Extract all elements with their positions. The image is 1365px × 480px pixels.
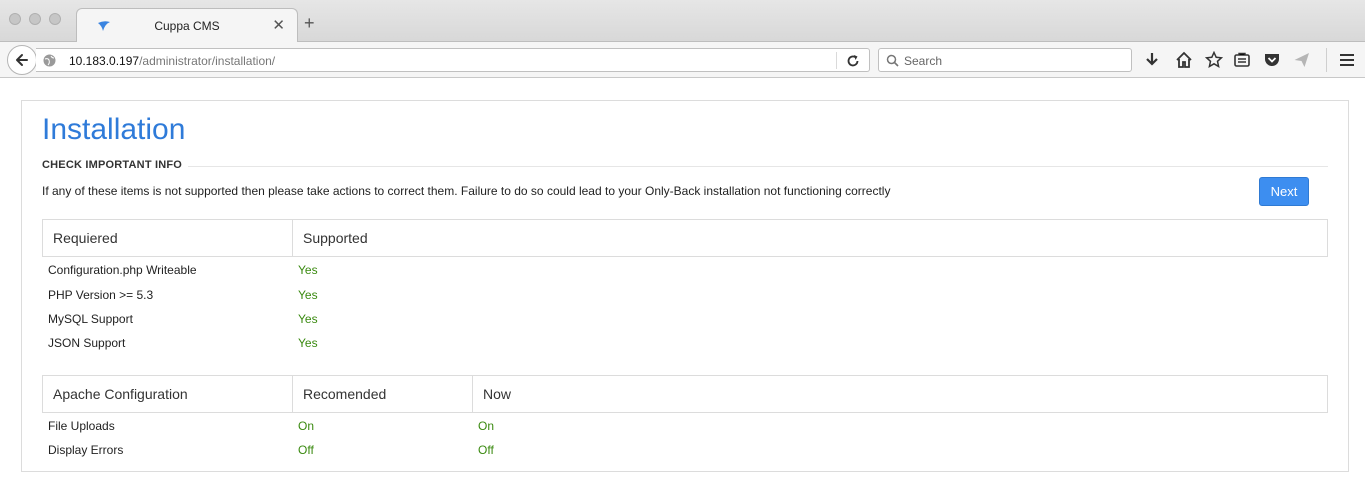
column-header-recommended: Recomended bbox=[293, 376, 473, 412]
requirement-status: Yes bbox=[298, 263, 318, 277]
apache-table-header: Apache Configuration Recomended Now bbox=[42, 375, 1328, 413]
apache-setting-label: Display Errors bbox=[48, 443, 124, 457]
installation-panel: Installation CHECK IMPORTANT INFO If any… bbox=[21, 100, 1349, 472]
zoom-window-button[interactable] bbox=[49, 13, 61, 25]
requirement-label: PHP Version >= 5.3 bbox=[48, 288, 154, 302]
send-icon[interactable] bbox=[1293, 51, 1311, 69]
menu-icon[interactable] bbox=[1338, 51, 1356, 69]
section-label: CHECK IMPORTANT INFO bbox=[42, 159, 183, 171]
globe-icon bbox=[43, 54, 56, 67]
requirement-status: Yes bbox=[298, 336, 318, 350]
apache-setting-now: Off bbox=[478, 443, 494, 457]
bookmark-star-icon[interactable] bbox=[1205, 51, 1223, 69]
column-header-now: Now bbox=[483, 386, 512, 402]
minimize-window-button[interactable] bbox=[29, 13, 41, 25]
apache-setting-now: On bbox=[478, 419, 495, 433]
section-divider bbox=[188, 166, 1328, 167]
tab-title: Cuppa CMS bbox=[154, 19, 220, 33]
toolbar-divider bbox=[1326, 48, 1327, 72]
requirement-label: MySQL Support bbox=[48, 312, 133, 326]
url-path: /administrator/installation/ bbox=[139, 54, 276, 68]
reload-icon[interactable] bbox=[844, 52, 862, 70]
search-icon bbox=[886, 54, 899, 67]
search-input[interactable] bbox=[904, 52, 1124, 69]
requirement-status: Yes bbox=[298, 312, 318, 326]
requirement-status: Yes bbox=[298, 288, 318, 302]
requirement-label: JSON Support bbox=[48, 336, 126, 350]
column-header-supported: Supported bbox=[303, 230, 368, 246]
site-favicon-icon bbox=[98, 21, 110, 31]
requirement-label: Configuration.php Writeable bbox=[48, 263, 197, 277]
download-icon[interactable] bbox=[1143, 51, 1161, 69]
column-header-required: Requiered bbox=[43, 220, 293, 256]
url-divider bbox=[836, 52, 837, 69]
tab-close-icon[interactable]: ✕ bbox=[272, 16, 285, 34]
url-bar[interactable]: 10.183.0.197/administrator/installation/ bbox=[36, 48, 870, 72]
browser-tab[interactable]: Cuppa CMS ✕ bbox=[76, 8, 298, 43]
back-arrow-icon bbox=[16, 54, 28, 66]
requirements-table-header: Requiered Supported bbox=[42, 219, 1328, 257]
search-bar[interactable] bbox=[878, 48, 1132, 72]
home-icon[interactable] bbox=[1175, 51, 1193, 69]
pocket-icon[interactable] bbox=[1263, 51, 1281, 69]
info-text: If any of these items is not supported t… bbox=[42, 184, 891, 198]
apache-setting-recommended: Off bbox=[298, 443, 314, 457]
back-button[interactable] bbox=[7, 45, 37, 75]
url-host: 10.183.0.197 bbox=[69, 54, 140, 68]
reading-list-icon[interactable] bbox=[1233, 51, 1251, 69]
column-header-apache-configuration: Apache Configuration bbox=[43, 376, 293, 412]
tab-strip: Cuppa CMS ✕ + bbox=[0, 0, 1365, 43]
new-tab-icon[interactable]: + bbox=[304, 14, 315, 32]
page-title: Installation bbox=[42, 113, 186, 146]
close-window-button[interactable] bbox=[9, 13, 21, 25]
apache-setting-recommended: On bbox=[298, 419, 315, 433]
navigation-bar: 10.183.0.197/administrator/installation/ bbox=[0, 42, 1365, 78]
next-button[interactable]: Next bbox=[1259, 177, 1309, 206]
url-text: 10.183.0.197/administrator/installation/ bbox=[69, 54, 275, 68]
apache-setting-label: File Uploads bbox=[48, 419, 115, 433]
